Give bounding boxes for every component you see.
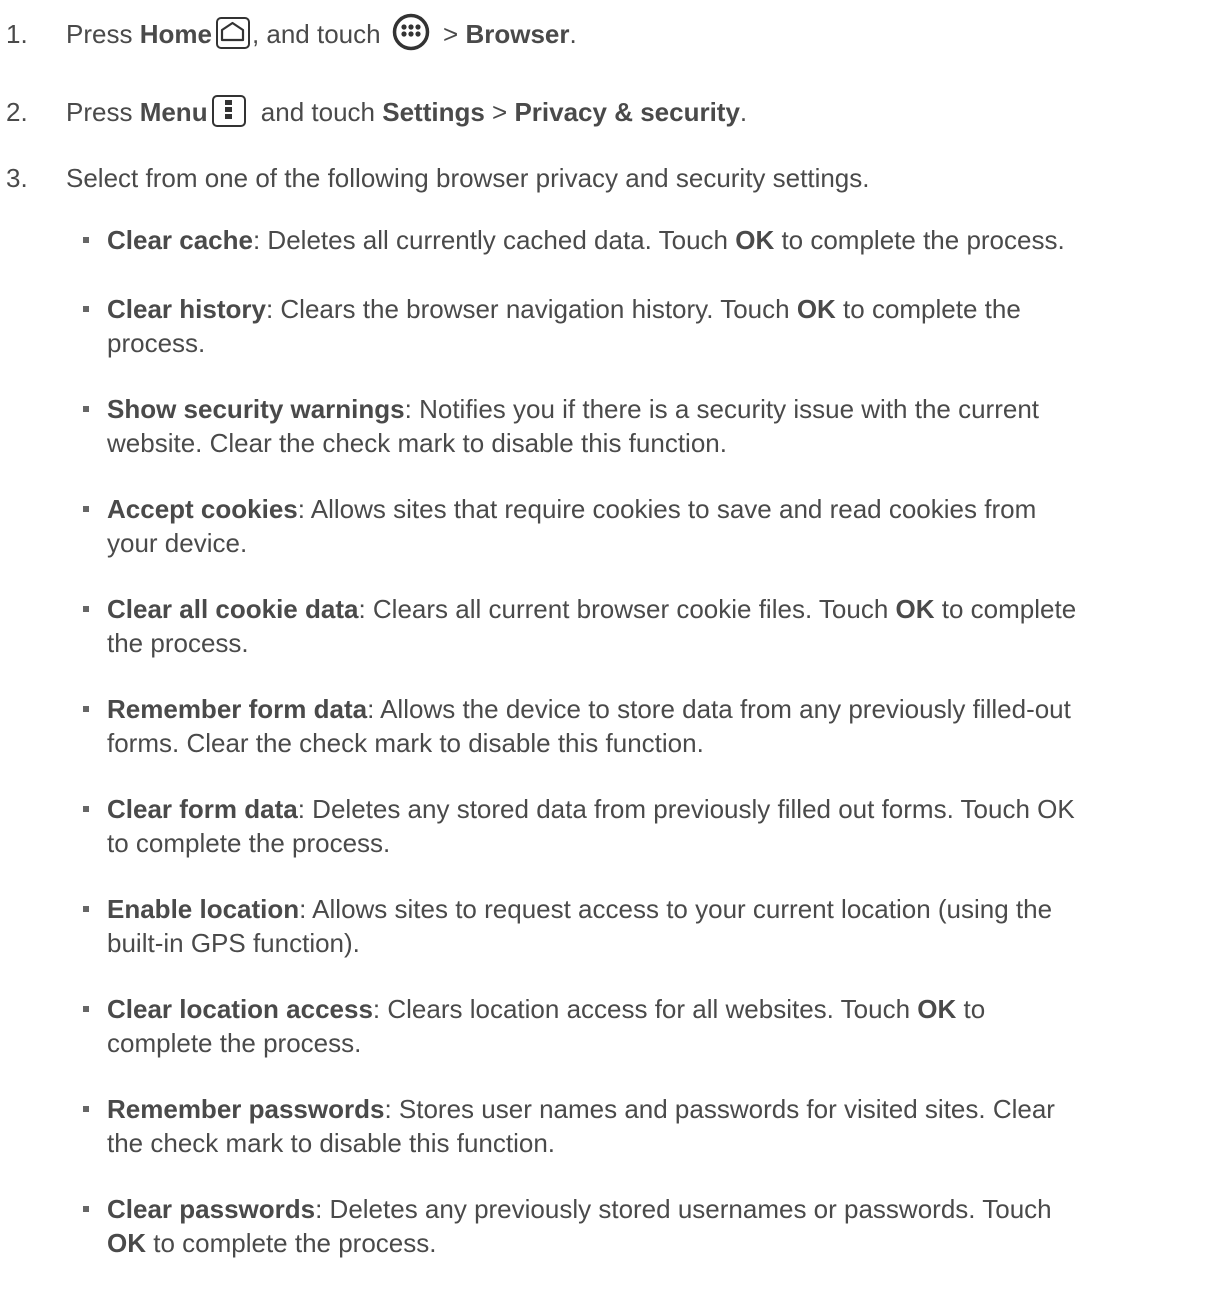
- setting-text: built-in GPS function).: [107, 928, 360, 958]
- setting-term: Clear form data: [107, 794, 298, 824]
- setting-line: Clear location access: Clears location a…: [107, 992, 1207, 1026]
- setting-term: Accept cookies: [107, 494, 298, 524]
- setting-line: process.: [107, 326, 1207, 360]
- setting-term: Remember passwords: [107, 1094, 385, 1124]
- ok-label: OK: [735, 225, 775, 255]
- setting-line: Clear history: Clears the browser naviga…: [107, 292, 1207, 326]
- setting-line: the process.: [107, 626, 1207, 660]
- setting-line: complete the process.: [107, 1026, 1207, 1060]
- bullet-icon: [83, 706, 89, 712]
- setting-text: the process.: [107, 628, 249, 658]
- setting-text: complete the process.: [107, 1028, 362, 1058]
- setting-line: Enable location: Allows sites to request…: [107, 892, 1207, 926]
- setting-line: Clear passwords: Deletes any previously …: [107, 1192, 1207, 1226]
- bullet-icon: [83, 906, 89, 912]
- setting-text: to complete the process.: [107, 828, 391, 858]
- setting-description: Clear cache: Deletes all currently cache…: [107, 223, 1207, 257]
- setting-term: Enable location: [107, 894, 300, 924]
- setting-description: Clear passwords: Deletes any previously …: [107, 1192, 1207, 1260]
- setting-text: : Allows the device to store data from a…: [367, 694, 1071, 724]
- step-number: 2.: [6, 97, 28, 127]
- setting-description: Clear location access: Clears location a…: [107, 992, 1207, 1060]
- setting-text: to complete the: [835, 294, 1021, 324]
- setting-text: process.: [107, 328, 206, 358]
- apps-icon: [392, 13, 430, 51]
- settings-label: Settings: [382, 97, 485, 127]
- bullet-icon: [83, 606, 89, 612]
- setting-text: your device.: [107, 528, 248, 558]
- setting-description: Remember passwords: Stores user names an…: [107, 1092, 1207, 1160]
- setting-line: Clear form data: Deletes any stored data…: [107, 792, 1207, 826]
- setting-description: Clear all cookie data: Clears all curren…: [107, 592, 1207, 660]
- setting-text: the check mark to disable this function.: [107, 1128, 556, 1158]
- setting-line: Remember form data: Allows the device to…: [107, 692, 1207, 726]
- setting-description: Show security warnings: Notifies you if …: [107, 392, 1207, 460]
- privacy-security-label: Privacy & security: [514, 97, 740, 127]
- setting-text: : Deletes any stored data from previousl…: [297, 794, 1075, 824]
- setting-text: to complete the process.: [146, 1228, 437, 1258]
- bullet-icon: [83, 237, 89, 243]
- step-text: Press Home, and touch > Browser.: [66, 13, 1206, 51]
- menu-label: Menu: [139, 97, 208, 127]
- setting-line: to complete the process.: [107, 826, 1207, 860]
- setting-line: Remember passwords: Stores user names an…: [107, 1092, 1207, 1126]
- setting-term: Show security warnings: [107, 394, 405, 424]
- setting-line: built-in GPS function).: [107, 926, 1207, 960]
- setting-text: : Clears the browser navigation history.…: [265, 294, 797, 324]
- ok-label: OK: [107, 1228, 146, 1258]
- bullet-icon: [83, 506, 89, 512]
- setting-text: : Deletes all currently cached data. Tou…: [252, 225, 736, 255]
- bullet-icon: [83, 806, 89, 812]
- setting-term: Clear history: [107, 294, 266, 324]
- bullet-icon: [83, 1106, 89, 1112]
- setting-term: Clear all cookie data: [107, 594, 359, 624]
- setting-text: website. Clear the check mark to disable…: [107, 428, 727, 458]
- setting-description: Clear history: Clears the browser naviga…: [107, 292, 1207, 360]
- setting-line: the check mark to disable this function.: [107, 1126, 1207, 1160]
- setting-text: : Allows sites that require cookies to s…: [297, 494, 1037, 524]
- bullet-icon: [83, 406, 89, 412]
- home-icon: [215, 17, 250, 50]
- setting-text: to complete: [934, 594, 1077, 624]
- setting-text: : Clears all current browser cookie file…: [358, 594, 896, 624]
- setting-line: forms. Clear the check mark to disable t…: [107, 726, 1207, 760]
- setting-description: Clear form data: Deletes any stored data…: [107, 792, 1207, 860]
- step-number: 3.: [6, 163, 28, 193]
- setting-description: Remember form data: Allows the device to…: [107, 692, 1207, 760]
- home-label: Home: [139, 19, 212, 49]
- setting-text: : Notifies you if there is a security is…: [404, 394, 1040, 424]
- setting-term: Remember form data: [107, 694, 368, 724]
- ok-label: OK: [895, 594, 935, 624]
- setting-text: : Stores user names and passwords for vi…: [384, 1094, 1055, 1124]
- setting-line: website. Clear the check mark to disable…: [107, 426, 1207, 460]
- setting-line: Show security warnings: Notifies you if …: [107, 392, 1207, 426]
- ok-label: OK: [917, 994, 957, 1024]
- setting-line: OK to complete the process.: [107, 1226, 1207, 1260]
- browser-label: Browser: [465, 19, 570, 49]
- setting-text: : Deletes any previously stored username…: [315, 1194, 1052, 1224]
- setting-description: Accept cookies: Allows sites that requir…: [107, 492, 1207, 560]
- bullet-icon: [83, 1006, 89, 1012]
- setting-term: Clear passwords: [107, 1194, 316, 1224]
- setting-text: : Allows sites to request access to your…: [299, 894, 1053, 924]
- setting-line: Accept cookies: Allows sites that requir…: [107, 492, 1207, 526]
- setting-text: to complete the process.: [774, 225, 1065, 255]
- step-number: 1.: [6, 19, 28, 49]
- setting-line: Clear all cookie data: Clears all curren…: [107, 592, 1207, 626]
- setting-line: Clear cache: Deletes all currently cache…: [107, 223, 1207, 257]
- step-text: Select from one of the following browser…: [66, 163, 870, 193]
- step-text: Press Menu and touch Settings > Privacy …: [66, 95, 748, 128]
- bullet-icon: [83, 306, 89, 312]
- bullet-icon: [83, 1206, 89, 1212]
- menu-icon: [211, 95, 246, 128]
- setting-description: Enable location: Allows sites to request…: [107, 892, 1207, 960]
- ok-label: OK: [796, 294, 836, 324]
- setting-text: forms. Clear the check mark to disable t…: [107, 728, 704, 758]
- setting-text: : Clears location access for all website…: [372, 994, 918, 1024]
- setting-line: your device.: [107, 526, 1207, 560]
- setting-term: Clear location access: [107, 994, 373, 1024]
- setting-text: to: [956, 994, 986, 1024]
- setting-term: Clear cache: [107, 225, 253, 255]
